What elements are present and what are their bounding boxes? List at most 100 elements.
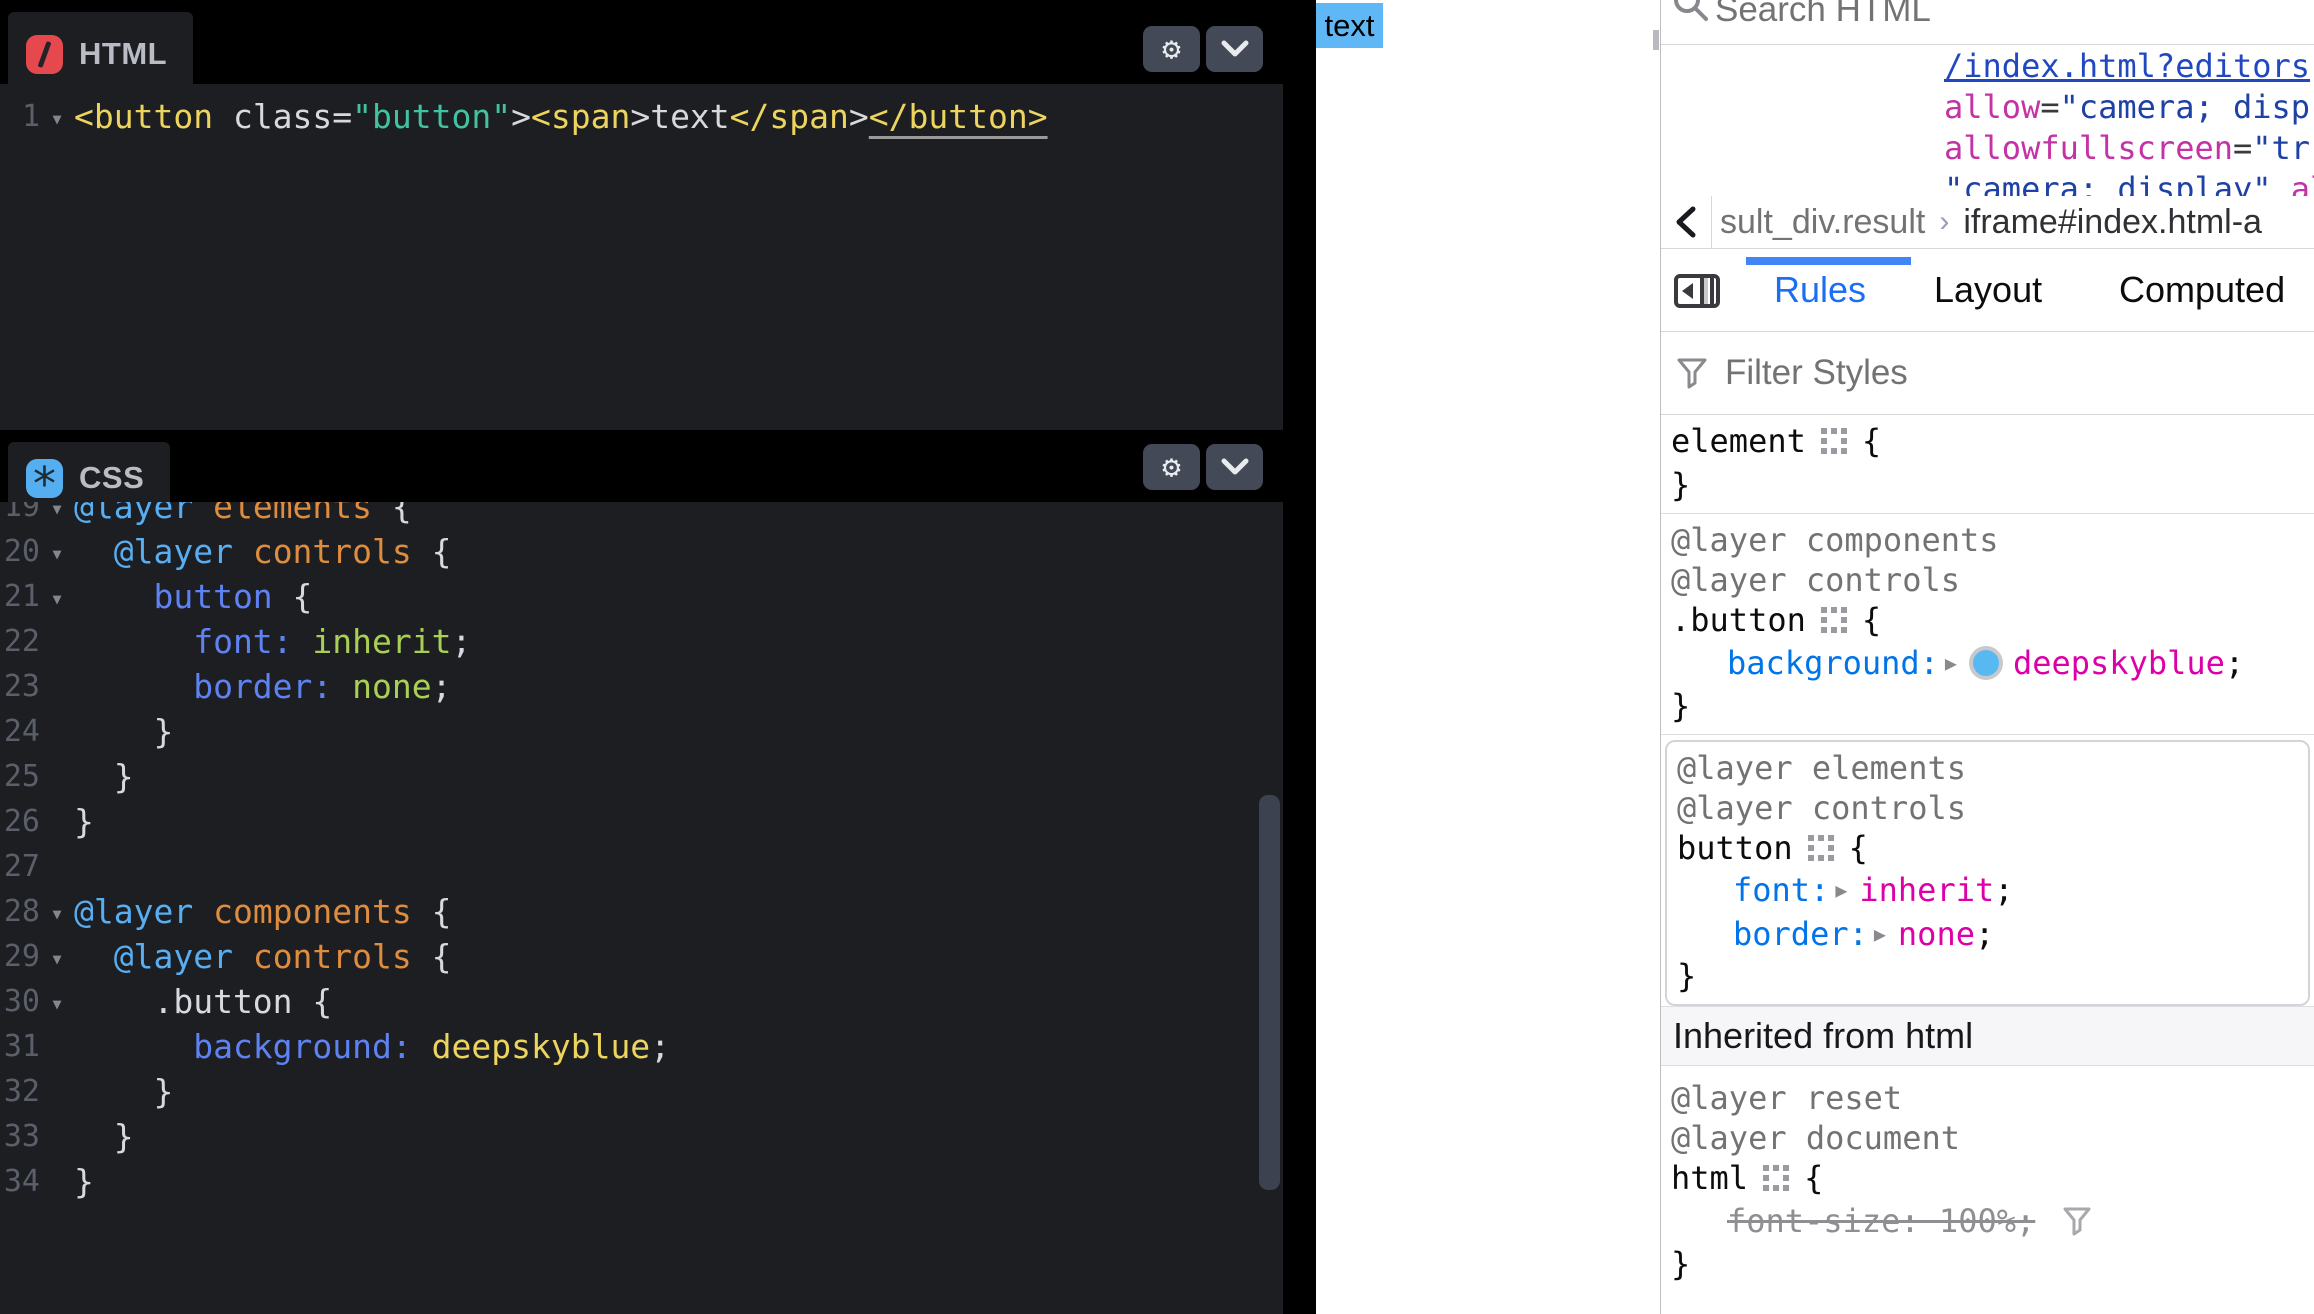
rule-selector[interactable]: element (1671, 422, 1806, 460)
filter-styles-row[interactable]: Filter Styles (1661, 332, 2314, 415)
tag-token: <span (531, 97, 630, 136)
html-code-line-1[interactable]: 1 ▾ <button class="button"><span>text</s… (0, 94, 1283, 139)
rule-selector[interactable]: .button (1671, 601, 1806, 639)
css-line-26[interactable]: 26 } (0, 799, 1283, 844)
css-line-31[interactable]: 31 background: deepskyblue; (0, 1024, 1283, 1069)
css-line-22[interactable]: 22 font: inherit; (0, 619, 1283, 664)
css-editor-scrollbar[interactable] (1259, 795, 1280, 1190)
tab-rules[interactable]: Rules (1774, 269, 1866, 311)
css-line-24[interactable]: 24 } (0, 709, 1283, 754)
css-line-23[interactable]: 23 border: none; (0, 664, 1283, 709)
rules-panel: element { } @layer components @layer con… (1661, 415, 2314, 1298)
fold-icon[interactable]: ▾ (40, 502, 74, 522)
css-settings-button[interactable]: ⚙ (1143, 444, 1200, 490)
layer-label: @layer controls (1677, 789, 1966, 827)
selector-highlighter-icon[interactable] (1762, 1164, 1790, 1192)
attr-value-token: "button" (352, 97, 511, 136)
filter-styles-input[interactable]: Filter Styles (1725, 353, 1908, 393)
css-line-33[interactable]: 33 } (0, 1114, 1283, 1159)
css-line-27[interactable]: 27 (0, 844, 1283, 889)
funnel-icon (1675, 356, 1709, 390)
line-number: 28 (0, 894, 40, 929)
expand-arrow-icon[interactable]: ▶ (1874, 922, 1886, 946)
css-value[interactable]: none (1898, 915, 1975, 953)
breadcrumb: sult_div.result › iframe#index.html-a (1661, 196, 2314, 249)
line-number: 29 (0, 939, 40, 974)
selector-highlighter-icon[interactable] (1807, 834, 1835, 862)
fold-icon[interactable]: ▾ (40, 897, 74, 927)
css-line-19[interactable]: 19▾ @layer elements { (0, 502, 1283, 529)
text-token: >text (630, 97, 729, 136)
css-tab-label: CSS (79, 460, 144, 496)
css-property[interactable]: font: (1733, 871, 1829, 909)
search-html-row[interactable]: Search HTML (1661, 0, 2314, 45)
css-line-34[interactable]: 34 } (0, 1159, 1283, 1204)
gear-icon: ⚙ (1162, 449, 1181, 485)
tag-token: </span (730, 97, 849, 136)
css-line-32[interactable]: 32 } (0, 1069, 1283, 1114)
line-number: 31 (0, 1029, 40, 1064)
tab-layout[interactable]: Layout (1934, 269, 2042, 311)
html-panel-header: HTML ⚙ (0, 0, 1283, 84)
chevron-right-icon: › (1939, 205, 1949, 239)
layer-label: @layer reset (1671, 1079, 1902, 1117)
rendered-text-button[interactable]: text (1316, 3, 1383, 48)
sidebar-toggle-icon[interactable] (1673, 273, 1721, 309)
markup-line[interactable]: allow="camera; disp (1661, 86, 2314, 127)
css-property[interactable]: border: (1733, 915, 1868, 953)
fold-icon[interactable]: ▾ (40, 537, 74, 567)
markup-line[interactable]: /index.html?editors (1661, 45, 2314, 86)
css-code-area[interactable]: 19▾ @layer elements { 20▾ @layer control… (0, 502, 1283, 1314)
css-property[interactable]: background: (1727, 644, 1939, 682)
css-collapse-button[interactable] (1206, 444, 1263, 490)
breadcrumb-item-parent[interactable]: sult_div.result (1720, 203, 1925, 242)
css-line-21[interactable]: 21▾ button { (0, 574, 1283, 619)
expand-arrow-icon[interactable]: ▶ (1945, 651, 1957, 675)
css-editor-panel: * CSS ⚙ 19▾ @layer elements { 20▾ @layer… (0, 430, 1283, 1314)
css-value[interactable]: inherit (1859, 871, 1994, 909)
css-value[interactable]: deepskyblue (2013, 644, 2225, 682)
markup-line[interactable]: allowfullscreen="tr (1661, 127, 2314, 168)
css-line-28[interactable]: 28▾ @layer components { (0, 889, 1283, 934)
line-number: 22 (0, 624, 40, 659)
line-number: 32 (0, 1074, 40, 1109)
line-number: 34 (0, 1164, 40, 1199)
html-collapse-button[interactable] (1206, 26, 1263, 72)
src-link[interactable]: /index.html?editors (1944, 47, 2310, 85)
html-code-area[interactable]: 1 ▾ <button class="button"><span>text</s… (0, 84, 1283, 430)
rule-selector[interactable]: button (1677, 829, 1793, 867)
fold-icon[interactable]: ▾ (40, 942, 74, 972)
markup-line-clipped[interactable]: "camera; display" allowf (1661, 168, 2314, 196)
overridden-filter-icon[interactable] (2061, 1205, 2093, 1237)
breadcrumb-back-button[interactable] (1661, 196, 1712, 248)
css-line-20[interactable]: 20▾ @layer controls { (0, 529, 1283, 574)
pane-splitter-handle[interactable] (1653, 30, 1659, 50)
search-html-input[interactable]: Search HTML (1715, 0, 1931, 30)
fold-icon[interactable]: ▾ (40, 582, 74, 612)
selector-highlighter-icon[interactable] (1820, 427, 1848, 455)
html-settings-button[interactable]: ⚙ (1143, 26, 1200, 72)
css-line-29[interactable]: 29▾ @layer controls { (0, 934, 1283, 979)
fold-icon[interactable]: ▾ (40, 987, 74, 1017)
chevron-down-icon (1221, 40, 1249, 58)
gear-icon: ⚙ (1162, 31, 1181, 67)
css-line-30[interactable]: 30▾ .button { (0, 979, 1283, 1024)
rule-selector[interactable]: html (1671, 1159, 1748, 1197)
selector-highlighter-icon[interactable] (1820, 606, 1848, 634)
css-line-25[interactable]: 25 } (0, 754, 1283, 799)
color-swatch[interactable] (1969, 646, 2003, 680)
fold-icon[interactable]: ▾ (40, 102, 74, 132)
codepen-with-devtools: HTML ⚙ 1 ▾ <button class="button"><span>… (0, 0, 2314, 1314)
markup-view[interactable]: /index.html?editors allow="camera; disp … (1661, 45, 2314, 196)
chevron-down-icon (1221, 458, 1249, 476)
layer-label: @layer controls (1671, 561, 1960, 599)
tab-computed[interactable]: Computed (2119, 269, 2285, 311)
line-number: 23 (0, 669, 40, 704)
css-file-icon: * (26, 459, 63, 498)
rendered-button-label: text (1325, 8, 1375, 44)
overridden-declaration[interactable]: font-size: 100%; (1727, 1202, 2035, 1240)
devtools-tabs: Rules Layout Computed (1661, 249, 2314, 332)
expand-arrow-icon[interactable]: ▶ (1835, 878, 1847, 902)
line-number: 25 (0, 759, 40, 794)
breadcrumb-item-current[interactable]: iframe#index.html-a (1963, 203, 2262, 242)
